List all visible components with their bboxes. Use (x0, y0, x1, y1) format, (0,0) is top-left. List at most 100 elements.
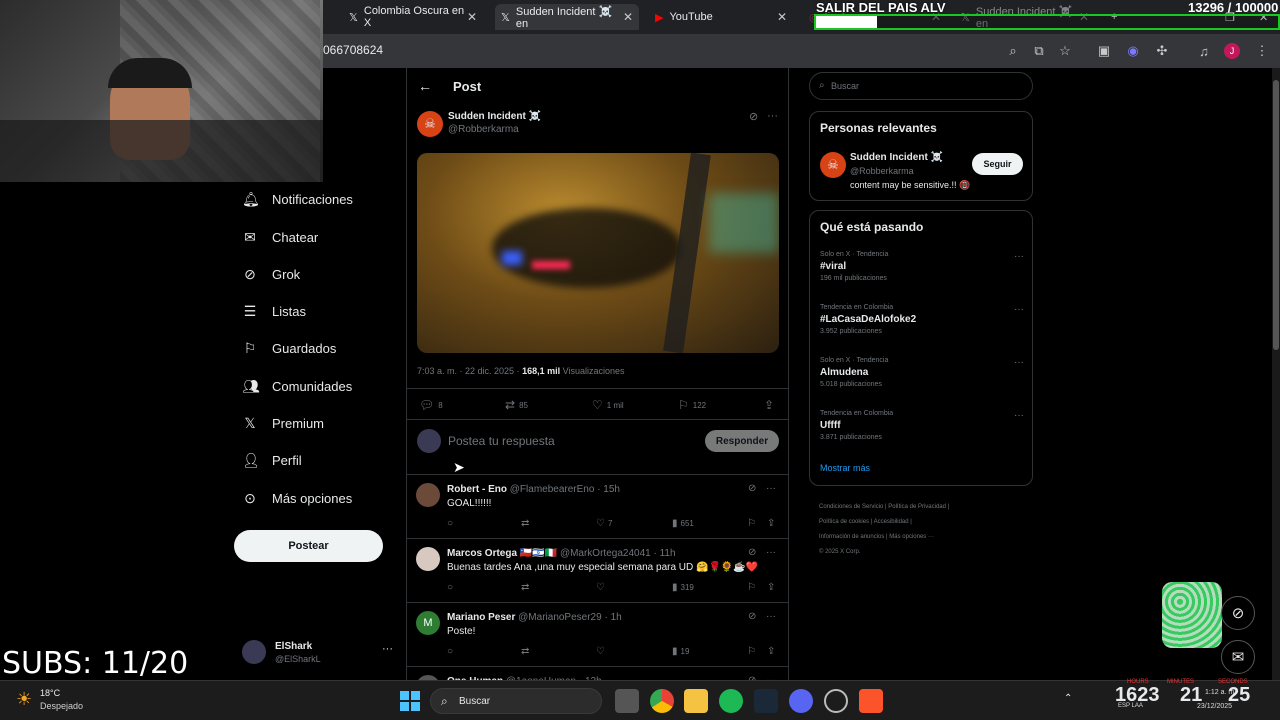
weather-temp[interactable]: 18°C (40, 688, 60, 698)
chrome-icon[interactable] (650, 689, 674, 713)
views-action[interactable]: ▮ 651 (672, 518, 694, 529)
chevron-up-icon[interactable]: ⌃ (1064, 693, 1072, 704)
url-field[interactable]: 066708624 (323, 43, 383, 57)
avatar[interactable] (416, 547, 440, 571)
views-action[interactable]: ▮ 319 (672, 582, 694, 593)
install-app-icon[interactable]: ⧉ (1030, 42, 1048, 60)
reply-item[interactable]: One Human @1aoneHuman · 12h ⊘ ··· ○ ⇄ ♡ … (406, 666, 789, 680)
more-icon[interactable]: ··· (1014, 304, 1024, 315)
more-icon[interactable]: ··· (767, 110, 778, 122)
extension-icon[interactable]: ◉ (1124, 42, 1142, 60)
reply-action[interactable]: ○ (447, 518, 453, 529)
mail-icon[interactable]: ✉ (1221, 640, 1255, 674)
obs-icon[interactable] (824, 689, 848, 713)
more-icon[interactable]: ··· (766, 483, 776, 494)
nav-item-premium[interactable]: 𝕏 Premium (242, 415, 324, 432)
repost-action[interactable]: ⇄ (521, 646, 532, 657)
repost-action[interactable]: ⇄ 85 (505, 398, 528, 412)
close-icon[interactable]: ✕ (623, 10, 633, 24)
like-action[interactable]: ♡ (596, 646, 608, 657)
repost-action[interactable]: ⇄ (521, 518, 532, 529)
reply-input[interactable]: Postea tu respuesta (448, 434, 555, 448)
nav-item-notifications[interactable]: 🔔︎ Notificaciones (242, 191, 353, 208)
windows-start-icon[interactable] (400, 691, 420, 711)
discord-icon[interactable] (789, 689, 813, 713)
reply-button[interactable]: Responder (705, 430, 779, 452)
trend-item[interactable]: Tendencia en Colombia Uffff 3.871 public… (820, 410, 1024, 441)
nav-item-more[interactable]: ⊙ Más opciones (242, 490, 352, 507)
weather-desc[interactable]: Despejado (40, 701, 83, 711)
scrollbar[interactable] (1272, 68, 1280, 680)
more-icon[interactable]: ··· (1014, 357, 1024, 368)
nav-item-bookmarks[interactable]: ⚐ Guardados (242, 340, 337, 357)
relevant-handle[interactable]: @Robberkarma (850, 166, 914, 176)
search-input[interactable]: ⌕ Buscar (809, 72, 1033, 100)
nav-item-communities[interactable]: 👥︎ Comunidades (242, 378, 352, 395)
post-handle[interactable]: @Robberkarma (448, 124, 519, 135)
reply-action[interactable]: 💬︎ 8 (419, 398, 443, 412)
bookmark-action[interactable]: ⚐ (747, 518, 756, 529)
more-icon[interactable]: ··· (1014, 251, 1024, 262)
nav-item-lists[interactable]: ☰ Listas (242, 303, 306, 320)
more-icon[interactable]: ··· (766, 547, 776, 558)
profile-avatar[interactable]: J (1224, 43, 1240, 59)
reply-handle[interactable]: @MarkOrtega24041 · 11h (560, 548, 676, 559)
avatar[interactable] (416, 483, 440, 507)
puzzle-icon[interactable]: ✣ (1153, 42, 1171, 60)
brave-icon[interactable] (859, 689, 883, 713)
browser-tab[interactable]: 𝕏 Colombia Oscura en X ✕ (343, 4, 483, 30)
clock-time[interactable]: 1:12 a. m. (1205, 689, 1236, 696)
language-indicator[interactable]: ESP LAA (1118, 703, 1143, 709)
repost-action[interactable]: ⇄ (521, 582, 532, 593)
nav-item-chat[interactable]: ✉ Chatear (242, 229, 318, 246)
close-icon[interactable]: ✕ (467, 10, 477, 24)
share-action[interactable]: ⇪ (767, 582, 775, 593)
post-button[interactable]: Postear (234, 530, 383, 562)
close-icon[interactable]: ✕ (777, 10, 787, 24)
screenshot-icon[interactable]: ▣ (1095, 42, 1113, 60)
reply-action[interactable]: ○ (447, 646, 453, 657)
reply-item[interactable]: Marcos Ortega 🇨🇱🇮🇱🇮🇹 @MarkOrtega24041 · … (406, 538, 789, 602)
clock-date[interactable]: 23/12/2025 (1197, 703, 1232, 710)
post-video[interactable] (417, 153, 779, 353)
nav-item-profile[interactable]: 👤︎ Perfil (242, 452, 302, 469)
star-icon[interactable]: ☆ (1056, 42, 1074, 60)
more-icon[interactable]: ··· (382, 643, 393, 655)
share-action[interactable]: ⇪ (764, 398, 774, 412)
browser-tab[interactable]: 𝕏 Sudden Incident ☠️ en ✕ (495, 4, 639, 30)
more-icon[interactable]: ··· (1014, 410, 1024, 421)
back-arrow-icon[interactable]: ← (418, 78, 432, 94)
grok-icon[interactable]: ⊘ (1221, 596, 1255, 630)
reply-action[interactable]: ○ (447, 582, 453, 593)
taskbar-search[interactable]: ⌕ Buscar (430, 688, 602, 714)
reply-item[interactable]: M Mariano Peser @MarianoPeser29 · 1h Pos… (406, 602, 789, 666)
relevant-name[interactable]: Sudden Incident ☠️ (850, 152, 943, 163)
browser-tab[interactable]: ▶ YouTube ✕ (649, 4, 793, 30)
bookmark-action[interactable]: ⚐ 122 (678, 398, 706, 412)
avatar[interactable]: ☠ (820, 152, 846, 178)
menu-icon[interactable]: ⋮ (1253, 42, 1271, 60)
like-action[interactable]: ♡ 1 mil (592, 398, 624, 412)
nav-item-grok[interactable]: ⊘ Grok (242, 266, 300, 283)
file-explorer-icon[interactable] (684, 689, 708, 713)
reply-author[interactable]: Marcos Ortega 🇨🇱🇮🇱🇮🇹 (447, 548, 557, 559)
account-switcher[interactable]: ElShark @ElSharkL ··· (242, 640, 393, 668)
share-action[interactable]: ⇪ (767, 518, 775, 529)
more-icon[interactable]: ··· (766, 611, 776, 622)
trend-item[interactable]: Tendencia en Colombia #LaCasaDeAlofoke2 … (820, 304, 1024, 335)
like-action[interactable]: ♡ 7 (596, 518, 612, 529)
bookmark-action[interactable]: ⚐ (747, 646, 756, 657)
follow-button[interactable]: Seguir (972, 153, 1023, 175)
grok-icon[interactable]: ⊘ (748, 547, 756, 558)
grok-icon[interactable]: ⊘ (749, 110, 758, 123)
steam-icon[interactable] (754, 689, 778, 713)
task-view-icon[interactable] (615, 689, 639, 713)
like-action[interactable]: ♡ (596, 582, 608, 593)
grok-icon[interactable]: ⊘ (748, 611, 756, 622)
share-action[interactable]: ⇪ (767, 646, 775, 657)
show-more-link[interactable]: Mostrar más (820, 463, 870, 473)
reply-author[interactable]: Mariano Peser (447, 612, 515, 623)
spotify-icon[interactable] (719, 689, 743, 713)
avatar[interactable]: ☠ (417, 111, 443, 137)
bookmark-action[interactable]: ⚐ (747, 582, 756, 593)
